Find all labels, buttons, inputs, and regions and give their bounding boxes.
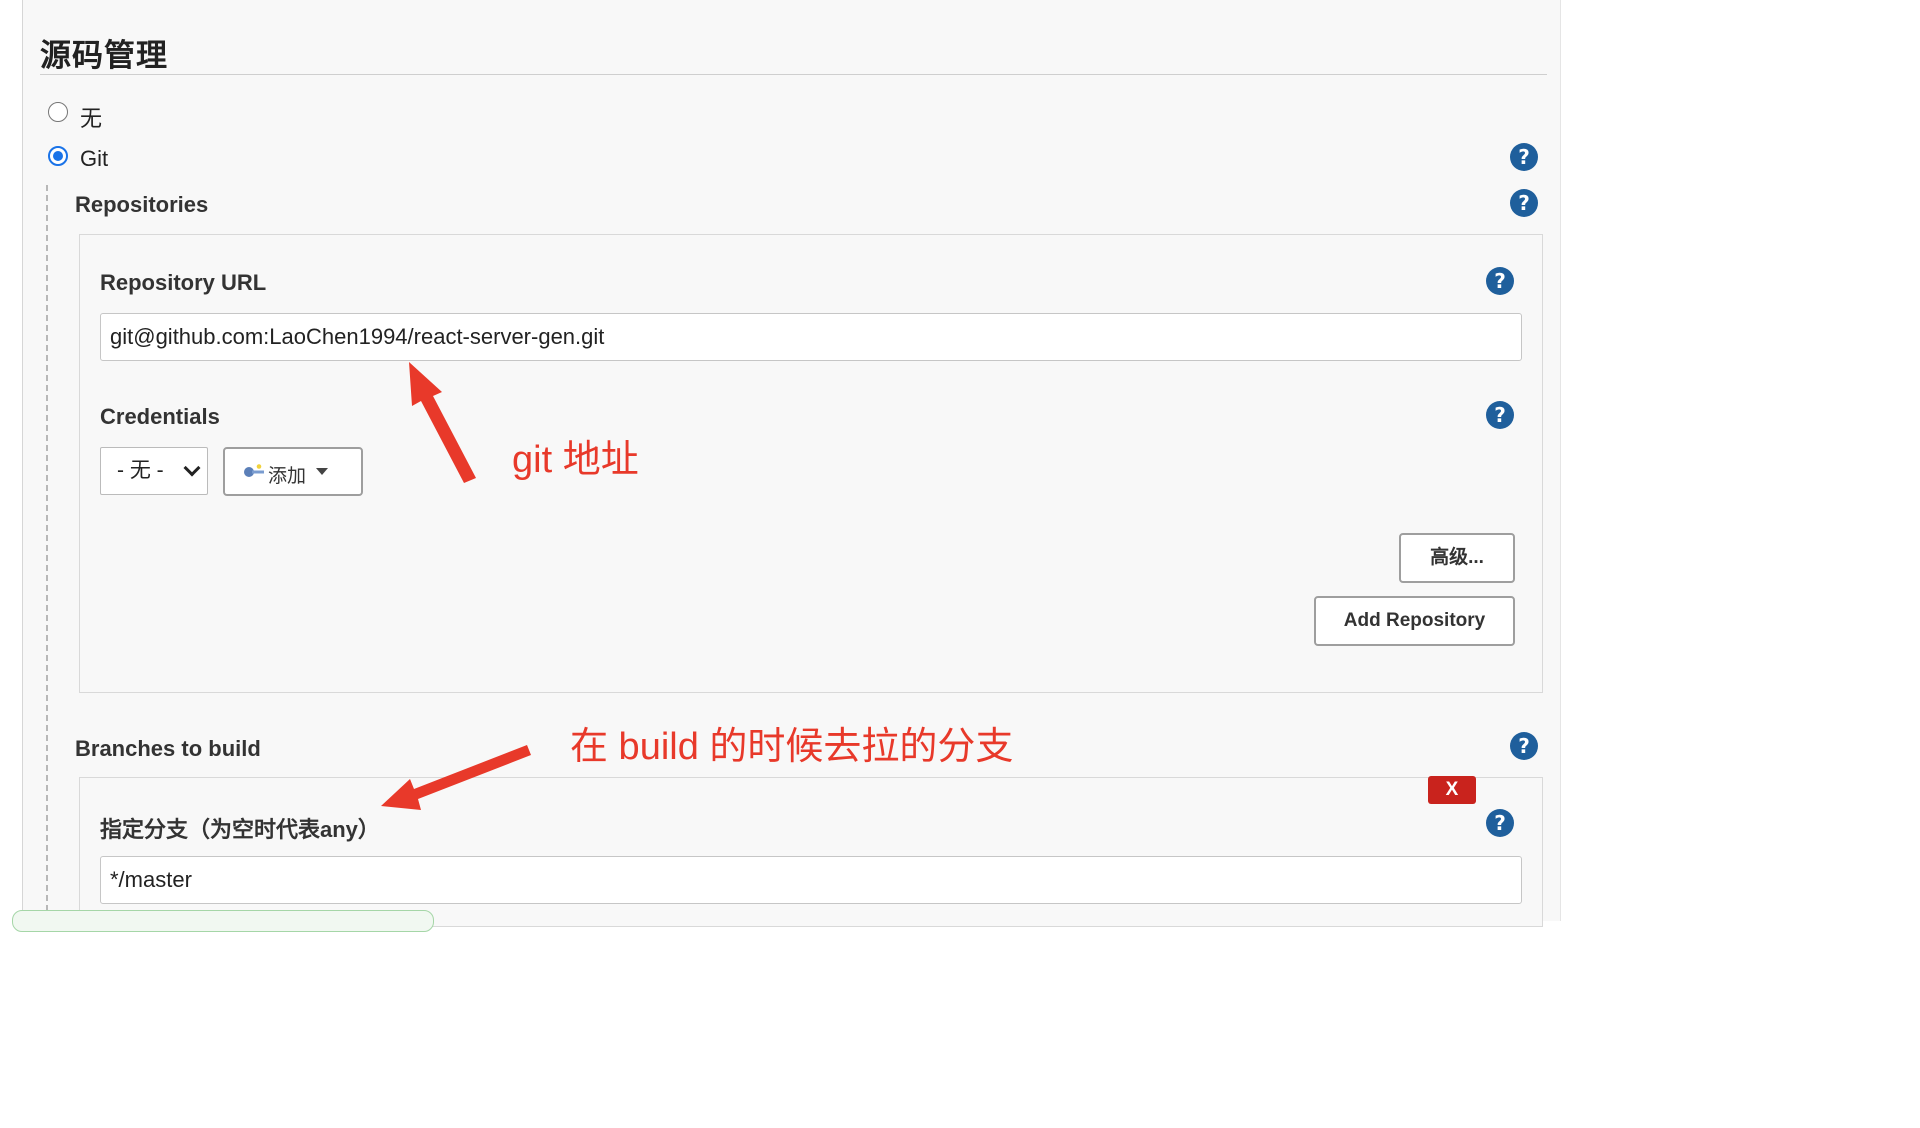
bottom-bar-edge [12,910,434,932]
annotation-git-address: git 地址 [512,439,639,481]
arrow-to-branch-spec [381,745,531,810]
annotation-branch-note: 在 build 的时候去拉的分支 [570,726,1014,768]
arrow-to-repo-url [409,362,476,483]
annotation-arrows [381,362,531,810]
